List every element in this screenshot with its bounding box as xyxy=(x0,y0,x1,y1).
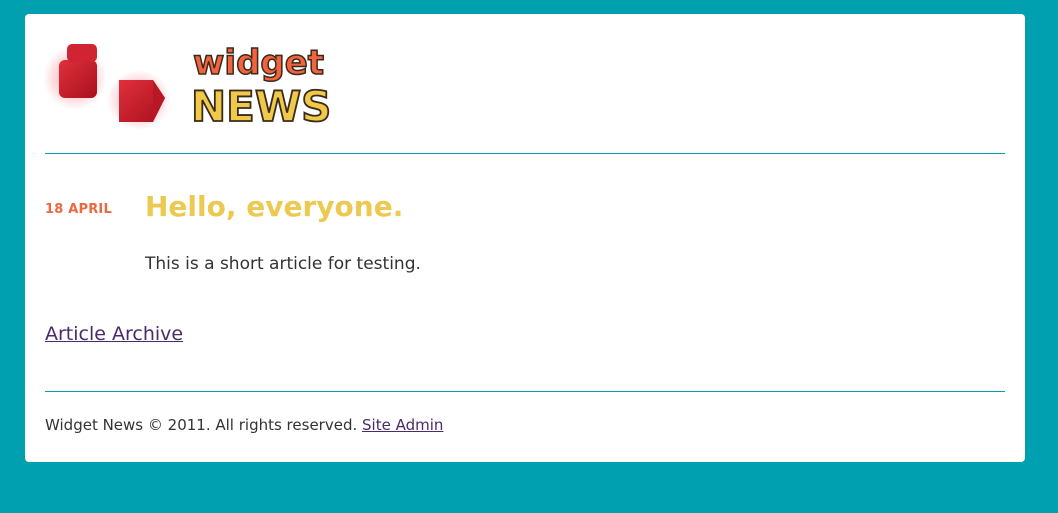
header-divider xyxy=(45,153,1005,154)
logo-word-widget: widget xyxy=(193,43,324,83)
footer-divider xyxy=(45,391,1005,392)
site-logo-link[interactable]: widget NEWS xyxy=(45,36,345,136)
widget-news-logo: widget NEWS xyxy=(45,42,332,132)
site-header: widget NEWS xyxy=(45,36,1005,153)
footer-copyright: Widget News © 2011. All rights reserved. xyxy=(45,416,362,434)
article-summary: This is a short article for testing. xyxy=(145,254,421,274)
article-date: 18 APRIL xyxy=(45,202,112,217)
site-footer: Widget News © 2011. All rights reserved.… xyxy=(45,416,443,434)
article-title-link[interactable]: Hello, everyone. xyxy=(145,190,403,223)
article-archive-link[interactable]: Article Archive xyxy=(45,323,183,345)
site-admin-link[interactable]: Site Admin xyxy=(362,416,443,434)
logo-word-news: NEWS xyxy=(191,82,331,131)
page-container: widget NEWS 18 APRIL Hello, everyone. Th… xyxy=(25,14,1025,462)
